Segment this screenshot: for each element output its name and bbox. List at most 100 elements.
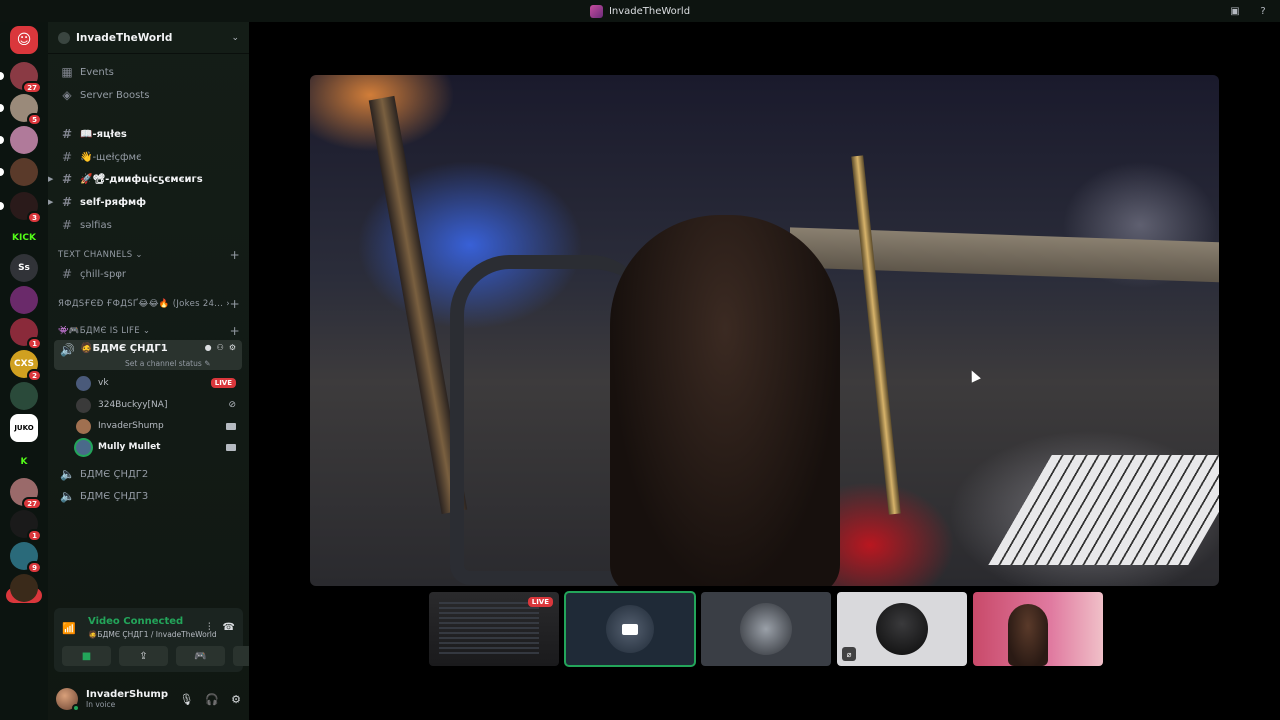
category-label: TEXT CHANNELS bbox=[58, 250, 133, 260]
server-icon[interactable]: 1 bbox=[10, 318, 42, 350]
hash-icon: # bbox=[61, 172, 73, 186]
server-icon[interactable]: JUKO bbox=[10, 414, 38, 442]
connection-location[interactable]: 🧔БДМЄ ÇНДГ1 / InvadeTheWorld bbox=[88, 630, 217, 639]
server-avatar: ☺ bbox=[10, 26, 38, 54]
participant-tile[interactable] bbox=[973, 592, 1103, 666]
participant-tile[interactable] bbox=[701, 592, 831, 666]
mention-badge: 1 bbox=[27, 529, 42, 542]
channel-selfies[interactable]: # sǝlfias bbox=[54, 215, 242, 235]
boost-icon: ◈ bbox=[62, 88, 72, 102]
chevron-down-icon: ⌄ bbox=[231, 32, 239, 43]
screen-share-button[interactable]: ⇪ bbox=[119, 646, 168, 666]
channel-label: 📖-яцłes bbox=[80, 128, 127, 140]
invite-icon[interactable]: ⚇ bbox=[217, 343, 224, 352]
mention-badge: 1 bbox=[27, 337, 42, 350]
server-icon[interactable] bbox=[10, 574, 38, 602]
server-avatar bbox=[10, 574, 38, 602]
voice-channel-3[interactable]: 🔈 БДМЄ ÇНДГ3 bbox=[54, 486, 242, 506]
gear-icon[interactable]: ⚙ bbox=[229, 343, 236, 352]
events-label: Events bbox=[80, 66, 114, 78]
help-icon[interactable]: ? bbox=[1256, 4, 1270, 18]
add-channel-icon[interactable]: + bbox=[230, 297, 240, 311]
server-avatar bbox=[10, 158, 38, 186]
server-icon[interactable] bbox=[10, 286, 38, 314]
camera-icon bbox=[226, 422, 236, 430]
channel-sidebar: InvadeTheWorld ⌄ ▦ Events ◈ Server Boost… bbox=[48, 22, 282, 720]
server-icon[interactable]: KICK bbox=[10, 224, 38, 252]
noise-suppression-icon[interactable]: ⫶ bbox=[208, 622, 211, 633]
category-text-channels[interactable]: TEXT CHANNELS ⌄ + bbox=[58, 248, 244, 262]
video-scene-keyboard bbox=[988, 455, 1219, 565]
chat-icon[interactable]: ● bbox=[205, 343, 212, 352]
muted-icon: ⌀ bbox=[842, 647, 856, 661]
voice-user[interactable]: vk LIVE bbox=[76, 373, 242, 393]
server-boosts-label: Server Boosts bbox=[80, 89, 150, 101]
chevron-right-icon: ▶ bbox=[48, 175, 54, 183]
channel-status-prompt[interactable]: Set a channel status ✎ bbox=[125, 359, 210, 368]
signal-icon[interactable]: 📶 bbox=[62, 622, 76, 635]
channel-chill[interactable]: # çhill-spφr bbox=[54, 264, 242, 284]
inbox-icon[interactable]: ▣ bbox=[1228, 4, 1242, 18]
add-channel-icon[interactable]: + bbox=[230, 248, 240, 262]
category-random[interactable]: ЯФДЅҒЄĐ ҒФДЅҐ😂😂🔥 (Jokes 24... › + bbox=[58, 297, 244, 311]
live-badge: LIVE bbox=[527, 597, 553, 607]
voice-user[interactable]: InvaderShump bbox=[76, 416, 242, 436]
disconnect-icon[interactable]: ☎ bbox=[223, 622, 235, 633]
speaker-icon: 🔈 bbox=[60, 489, 75, 503]
server-icon[interactable]: K bbox=[10, 448, 38, 476]
category-label: 👾🎮БДМЄ IS LIFE bbox=[58, 326, 140, 336]
channel-label: 🚀📽-диифцісƽємєигѕ bbox=[80, 173, 203, 185]
server-icon[interactable]: CXS 2 bbox=[10, 350, 42, 382]
server-boosts-item[interactable]: ◈ Server Boosts bbox=[54, 85, 242, 105]
channel-self-promo[interactable]: ▶ # self-ряфмф bbox=[48, 192, 242, 212]
main-video-feed[interactable] bbox=[310, 75, 1219, 586]
participant-tile[interactable]: ⌀ bbox=[837, 592, 967, 666]
window-title: InvadeTheWorld bbox=[589, 4, 690, 18]
server-icon[interactable]: 5 bbox=[0, 94, 42, 126]
speaker-icon: 🔈 bbox=[60, 467, 75, 481]
channel-welcome[interactable]: # 👋-щеłçфмє bbox=[54, 147, 242, 167]
category-game-is-life[interactable]: 👾🎮БДМЄ IS LIFE ⌄ + bbox=[58, 324, 244, 338]
mention-badge: 27 bbox=[22, 81, 42, 94]
live-badge: LIVE bbox=[210, 378, 236, 388]
hash-icon: # bbox=[61, 127, 73, 141]
unread-pill bbox=[0, 136, 4, 144]
server-icon[interactable] bbox=[0, 126, 38, 154]
webcam-feed bbox=[1008, 604, 1048, 666]
voice-user[interactable]: Mully Mullet bbox=[76, 437, 242, 457]
server-icon[interactable]: 3 bbox=[0, 192, 42, 224]
activities-button[interactable]: 🎮 bbox=[176, 646, 225, 666]
avatar[interactable] bbox=[56, 688, 80, 712]
discord-home-icon[interactable]: ☺ bbox=[10, 26, 38, 54]
voice-user-name: InvaderShump bbox=[98, 421, 164, 431]
voice-user-name: vk bbox=[98, 378, 109, 388]
server-icon[interactable] bbox=[10, 382, 38, 410]
camera-button[interactable]: ■ bbox=[62, 646, 111, 666]
guild-header[interactable]: InvadeTheWorld ⌄ bbox=[48, 22, 249, 54]
channel-rules[interactable]: # 📖-яцłes bbox=[54, 124, 242, 144]
events-item[interactable]: ▦ Events bbox=[54, 62, 242, 82]
voice-user[interactable]: 324Buckyy[NA] ⊘ bbox=[76, 395, 242, 415]
server-icon[interactable]: 27 bbox=[10, 478, 42, 510]
headphones-icon[interactable]: 🎧 bbox=[205, 693, 219, 706]
add-channel-icon[interactable]: + bbox=[230, 324, 240, 338]
avatar bbox=[876, 603, 928, 655]
channel-announcements[interactable]: ▶ # 🚀📽-диифцісƽємєигѕ bbox=[48, 169, 242, 189]
voice-channel-2[interactable]: 🔈 БДМЄ ÇНДГ2 bbox=[54, 464, 242, 484]
participant-tile[interactable] bbox=[564, 591, 696, 667]
server-icon[interactable]: 27 bbox=[0, 62, 42, 94]
avatar bbox=[740, 603, 792, 655]
server-avatar: K bbox=[10, 448, 38, 476]
video-scene-guitar bbox=[851, 155, 901, 515]
server-icon[interactable]: Ss bbox=[10, 254, 38, 282]
online-status-dot bbox=[72, 704, 80, 712]
microphone-icon[interactable]: 🎙 bbox=[179, 693, 193, 706]
settings-gear-icon[interactable]: ⚙ bbox=[231, 693, 241, 706]
server-icon[interactable]: 9 bbox=[10, 542, 42, 574]
server-icon[interactable]: 1 bbox=[10, 510, 42, 542]
mention-badge: 5 bbox=[27, 113, 42, 126]
participant-tile[interactable]: LIVE bbox=[429, 592, 559, 666]
mention-badge: 2 bbox=[27, 369, 42, 382]
server-icon[interactable] bbox=[0, 158, 38, 186]
server-icon bbox=[589, 4, 603, 18]
